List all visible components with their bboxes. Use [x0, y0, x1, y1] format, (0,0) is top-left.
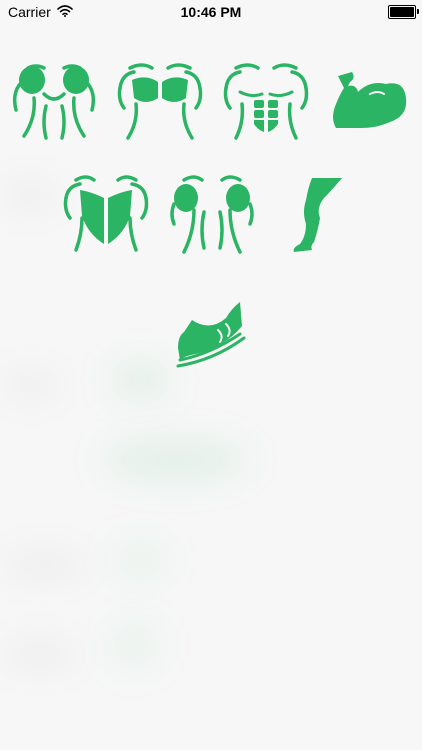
muscle-group-shoulders-button[interactable] [6, 58, 102, 154]
abs-icon [223, 63, 309, 140]
biceps-icon [333, 72, 407, 128]
legs-icon [293, 178, 342, 252]
cardio-shoe-icon [176, 302, 246, 368]
triceps-icon [170, 175, 254, 254]
shoulders-icon [12, 64, 96, 140]
carrier-label: Carrier [8, 4, 51, 20]
battery-icon [388, 5, 419, 19]
wifi-icon [56, 4, 73, 20]
muscle-group-biceps-button[interactable] [326, 58, 422, 154]
muscle-group-triceps-button[interactable] [164, 168, 260, 264]
chest-icon [117, 63, 203, 140]
muscle-group-legs-button[interactable] [280, 168, 376, 264]
muscle-group-chest-button[interactable] [112, 58, 208, 154]
status-bar: Carrier 10:46 PM [0, 0, 422, 24]
muscle-group-cardio-button[interactable] [170, 288, 266, 384]
muscle-group-abs-button[interactable] [218, 58, 314, 154]
back-icon [63, 175, 149, 252]
muscle-group-back-button[interactable] [58, 168, 154, 264]
